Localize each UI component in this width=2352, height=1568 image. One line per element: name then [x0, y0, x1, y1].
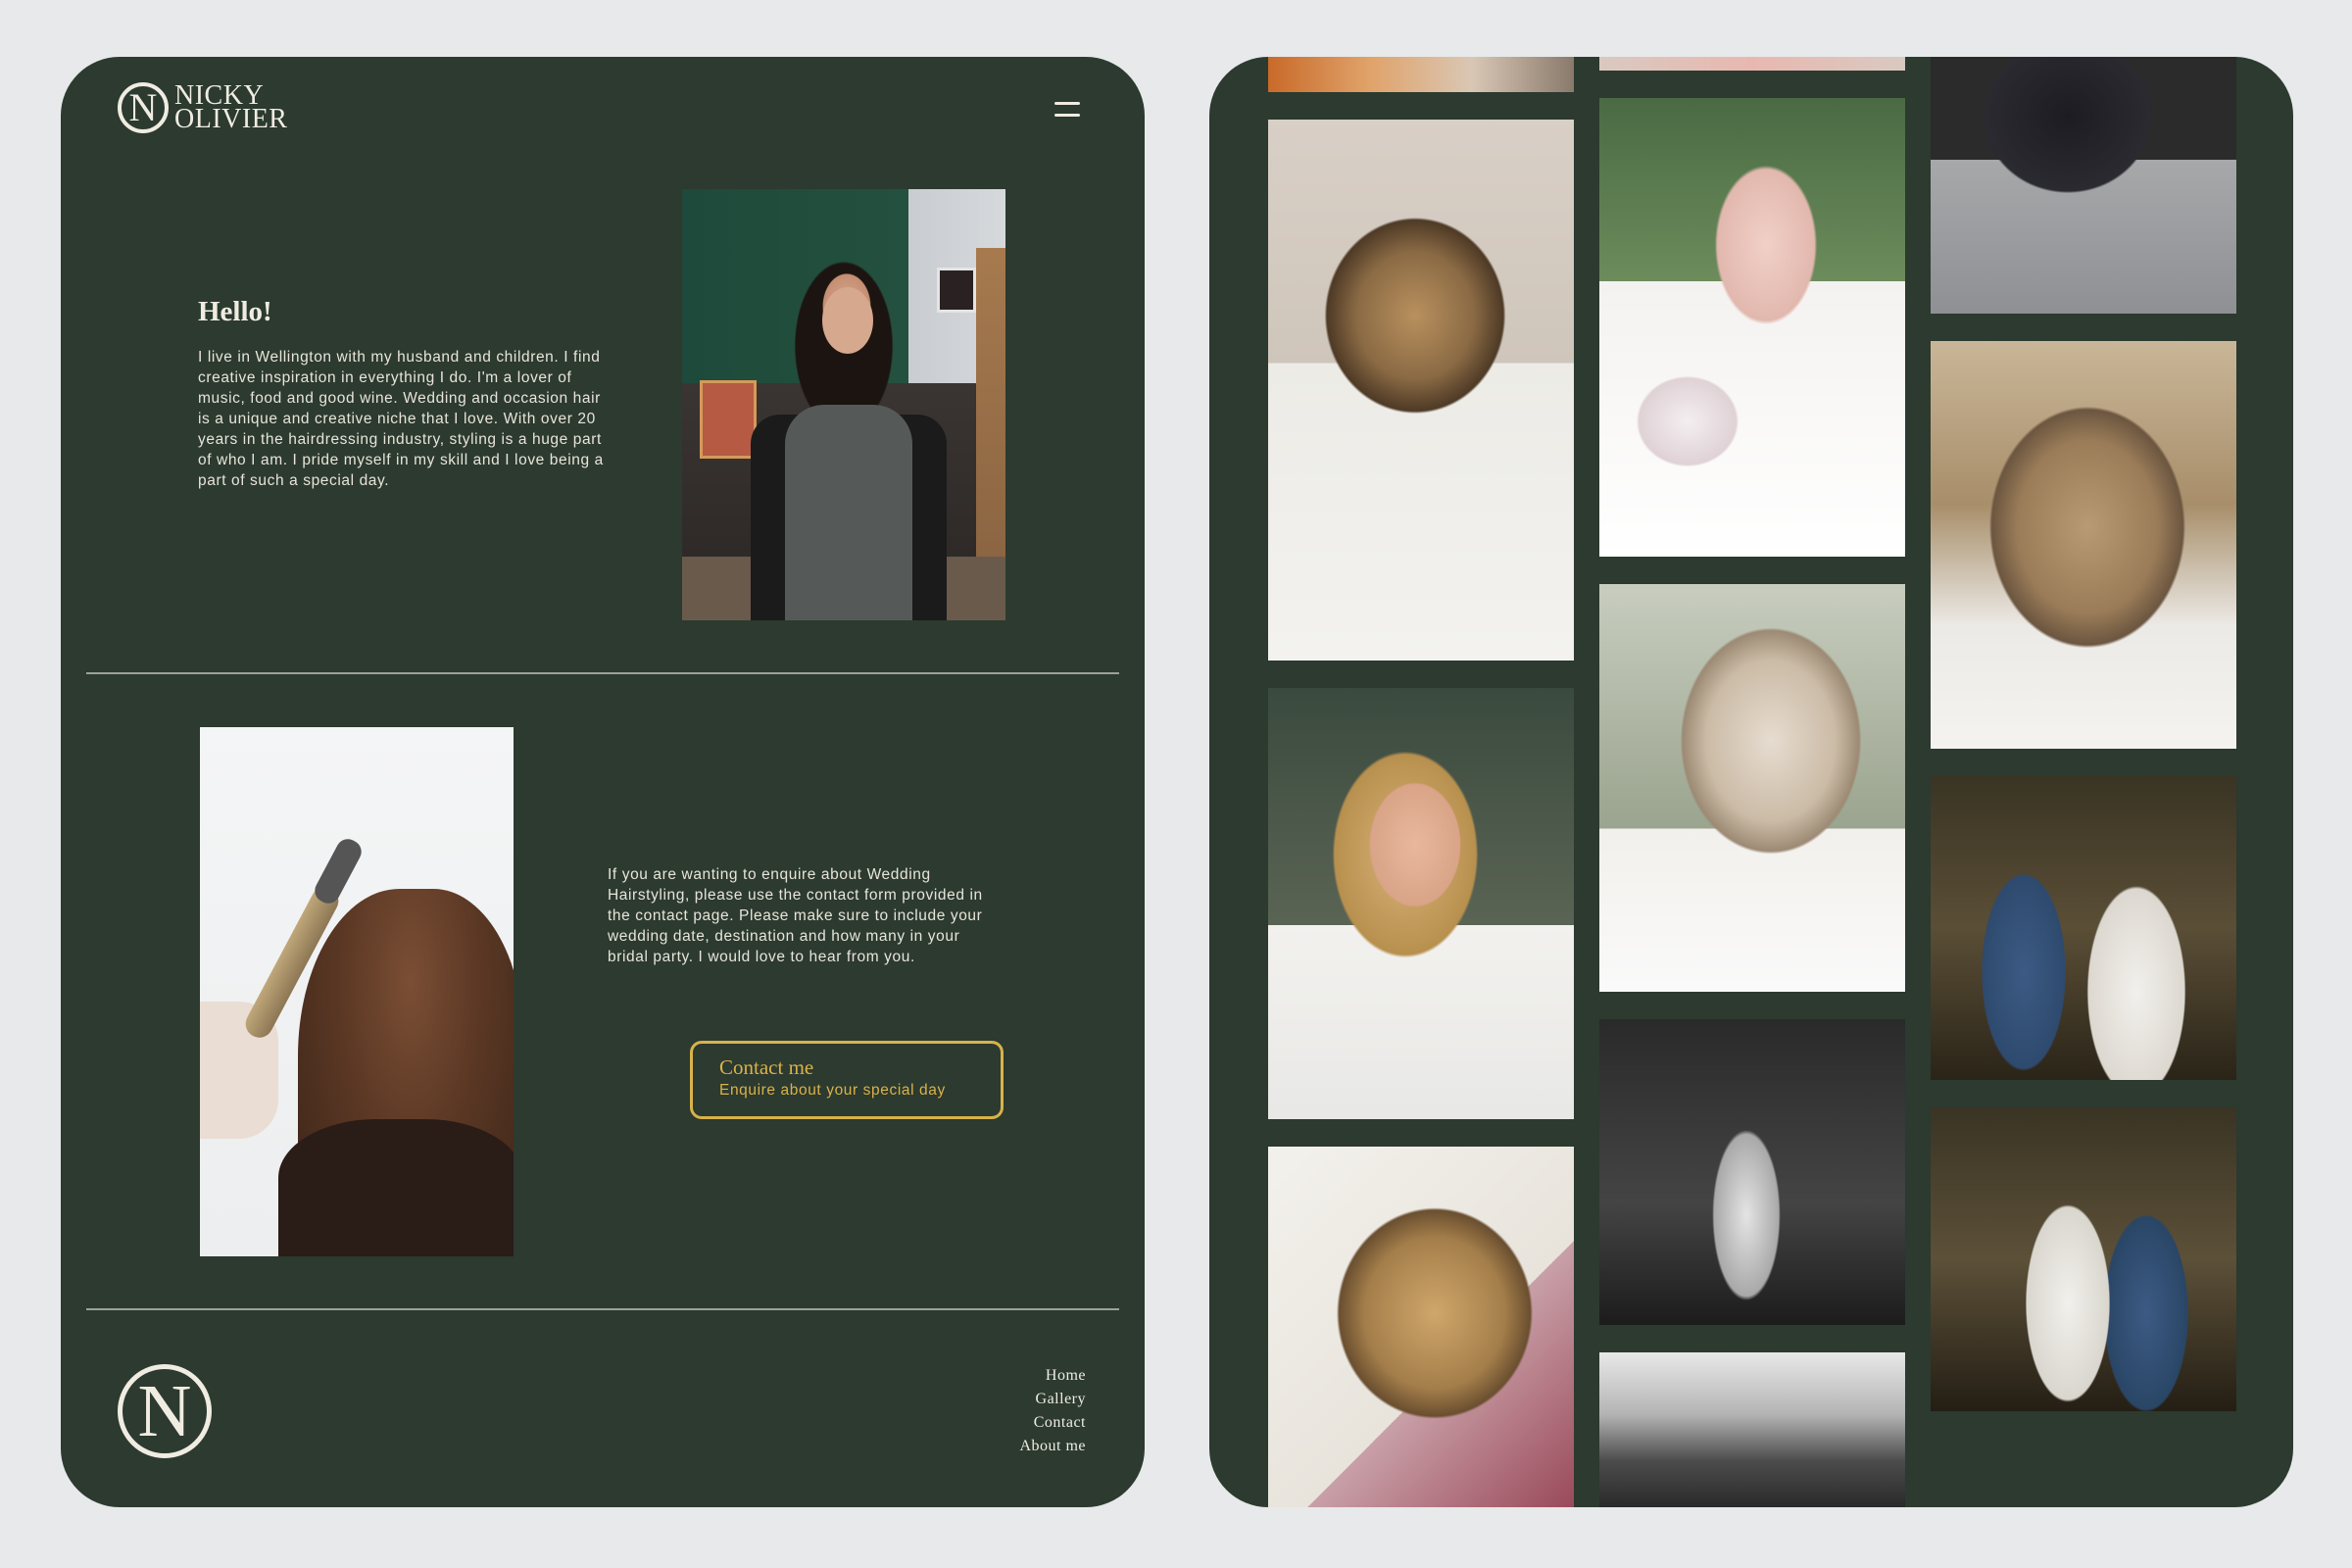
logo-monogram-icon: N	[118, 82, 169, 133]
gallery-photo[interactable]	[1599, 57, 1905, 71]
footer-link-gallery[interactable]: Gallery	[1019, 1388, 1086, 1411]
logo-wordmark: NICKY OLIVIER	[174, 82, 288, 134]
gallery-photo[interactable]	[1931, 341, 2236, 749]
logo-name-line2: OLIVIER	[174, 104, 288, 134]
gallery-photo[interactable]	[1268, 688, 1574, 1119]
footer-nav: Home Gallery Contact About me	[1019, 1364, 1086, 1458]
about-page-panel: N NICKY OLIVIER Hello! I live in Welling…	[61, 57, 1145, 1507]
intro-title: Hello!	[198, 296, 272, 327]
intro-body: I live in Wellington with my husband and…	[198, 349, 604, 489]
gallery-photo[interactable]	[1599, 1352, 1905, 1507]
hamburger-menu-icon[interactable]	[1054, 100, 1080, 120]
contact-button-subtitle: Enquire about your special day	[719, 1082, 946, 1099]
gallery-photo[interactable]	[1268, 1147, 1574, 1507]
section-divider	[86, 672, 1119, 674]
footer-link-contact[interactable]: Contact	[1019, 1411, 1086, 1435]
gallery-photo[interactable]	[1599, 584, 1905, 992]
gallery-photo[interactable]	[1931, 1107, 2236, 1411]
gallery-page-panel	[1209, 57, 2293, 1507]
stylist-portrait-photo	[682, 189, 1005, 620]
gallery-photo[interactable]	[1931, 57, 2236, 314]
gallery-photo[interactable]	[1268, 120, 1574, 661]
site-logo[interactable]: N NICKY OLIVIER	[118, 82, 287, 133]
footer-link-about[interactable]: About me	[1019, 1435, 1086, 1458]
contact-button-title: Contact me	[719, 1055, 814, 1079]
curling-hair-photo	[200, 727, 514, 1256]
footer-divider	[86, 1308, 1119, 1310]
contact-me-button[interactable]: Contact me Enquire about your special da…	[690, 1041, 1004, 1119]
footer-link-home[interactable]: Home	[1019, 1364, 1086, 1388]
gallery-photo[interactable]	[1599, 1019, 1905, 1325]
gallery-photo[interactable]	[1268, 57, 1574, 92]
gallery-photo[interactable]	[1931, 776, 2236, 1080]
footer-monogram-logo[interactable]: N	[118, 1364, 212, 1458]
enquire-body: If you are wanting to enquire about Wedd…	[608, 866, 983, 965]
gallery-photo[interactable]	[1599, 98, 1905, 557]
